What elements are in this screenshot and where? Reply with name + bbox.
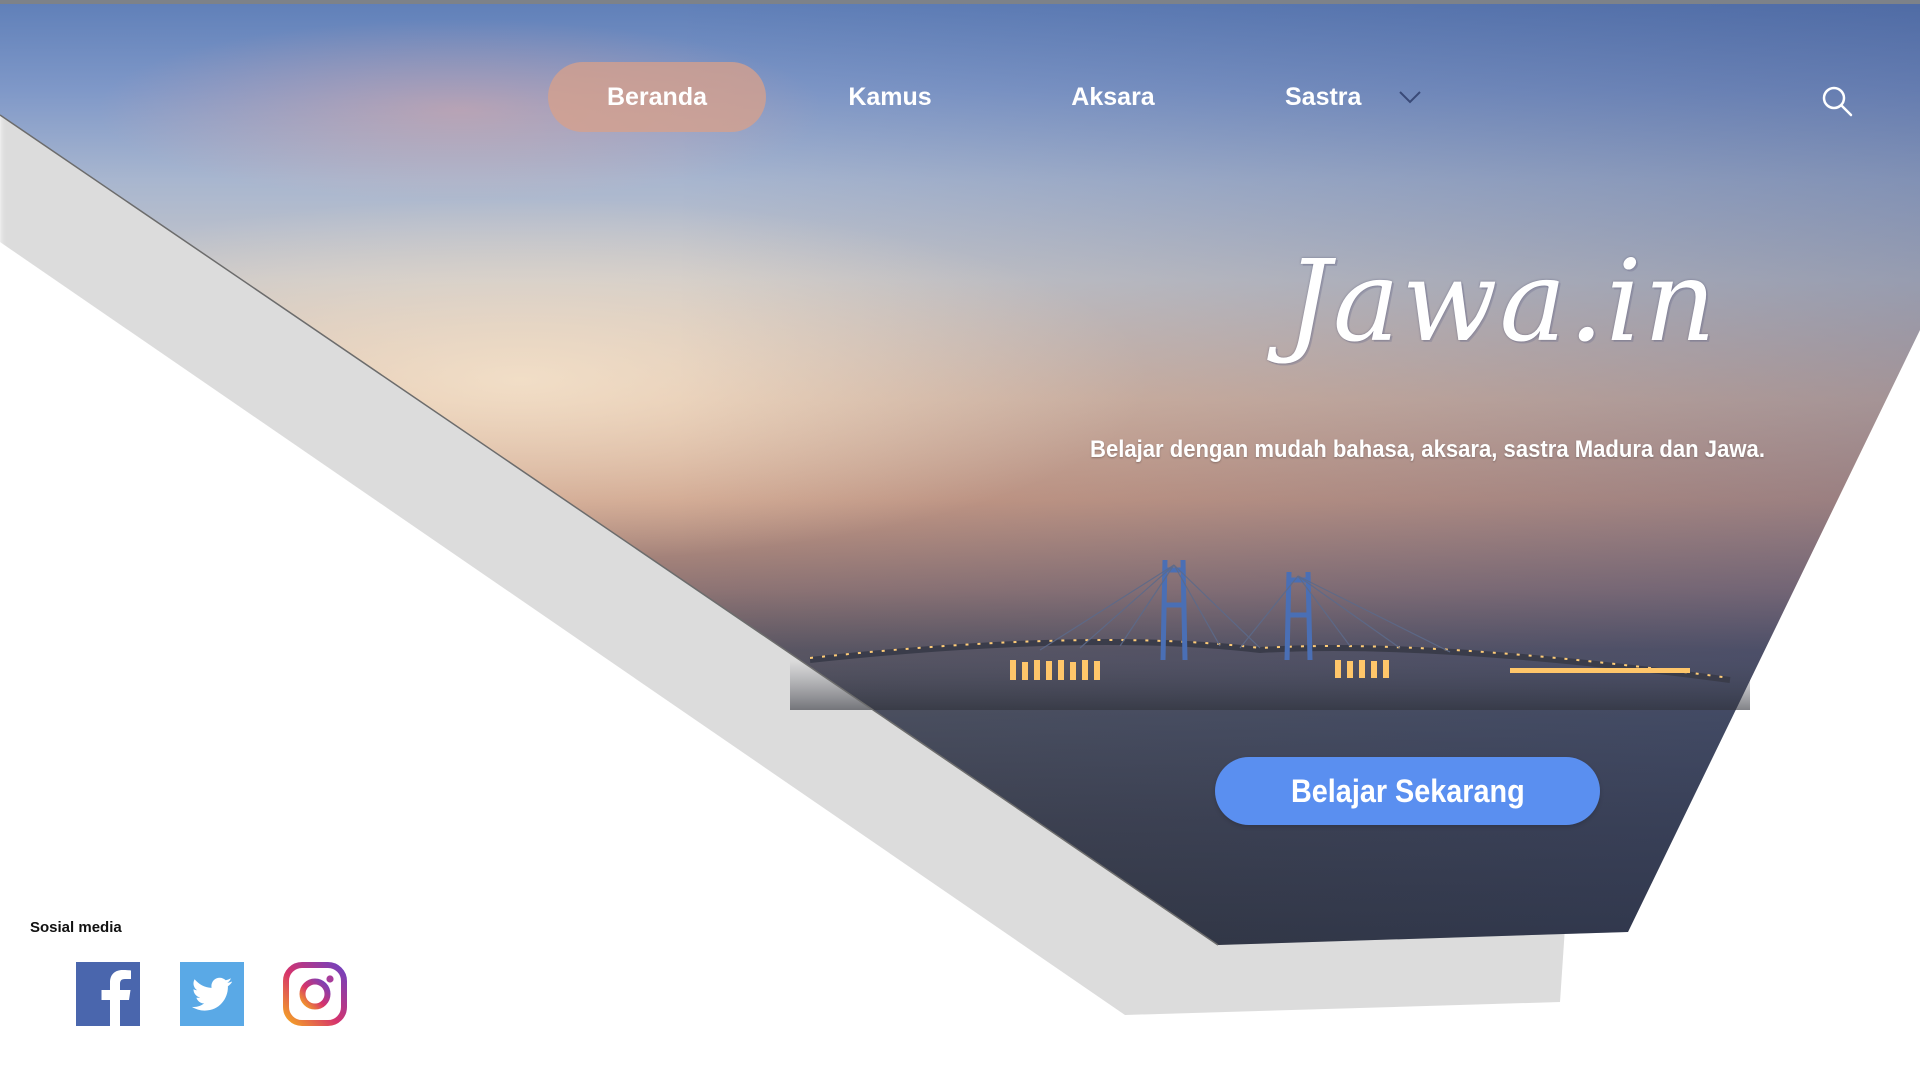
- social-media-label: Sosial media: [30, 919, 122, 936]
- chevron-down-icon[interactable]: [1398, 89, 1422, 105]
- nav-item-beranda[interactable]: Beranda: [548, 62, 766, 132]
- site-logo: Jawa.in: [1286, 237, 1718, 367]
- start-learning-button-label: Belajar Sekarang: [1290, 773, 1525, 809]
- nav-item-kamus[interactable]: Kamus: [820, 62, 960, 132]
- main-nav: Beranda Kamus Aksara Sastra: [0, 0, 1920, 150]
- facebook-icon[interactable]: [76, 962, 140, 1026]
- nav-item-aksara[interactable]: Aksara: [1043, 62, 1183, 132]
- hero-background: [0, 0, 1920, 945]
- search-icon[interactable]: [1820, 84, 1854, 118]
- instagram-icon[interactable]: [283, 962, 347, 1026]
- hero-tagline: Belajar dengan mudah bahasa, aksara, sas…: [1090, 436, 1765, 463]
- landing-page: Beranda Kamus Aksara Sastra Jawa.in Bela…: [0, 0, 1920, 1080]
- start-learning-button[interactable]: Belajar Sekarang: [1215, 757, 1600, 825]
- twitter-icon[interactable]: [180, 962, 244, 1026]
- nav-item-sastra[interactable]: Sastra: [1285, 62, 1445, 132]
- nav-item-sastra-label: Sastra: [1285, 83, 1362, 111]
